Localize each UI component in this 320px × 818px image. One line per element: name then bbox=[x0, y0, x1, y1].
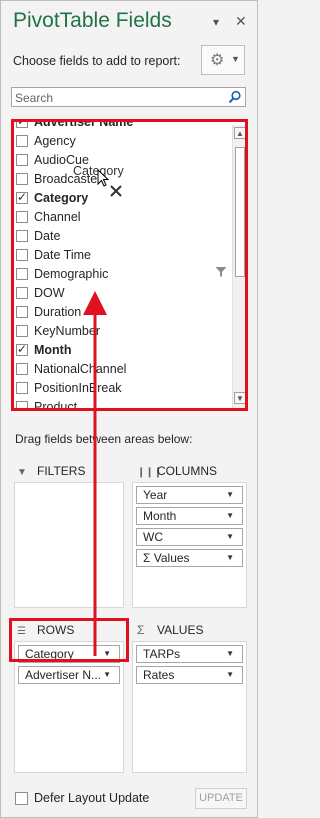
drag-arrow bbox=[83, 291, 107, 656]
pivottable-fields-pane: PivotTable Fields ▾ ✕ Choose fields to a… bbox=[0, 0, 258, 818]
defer-layout-label: Defer Layout Update bbox=[34, 791, 150, 805]
defer-layout-checkbox[interactable] bbox=[15, 792, 28, 805]
update-button[interactable]: UPDATE bbox=[195, 788, 247, 809]
